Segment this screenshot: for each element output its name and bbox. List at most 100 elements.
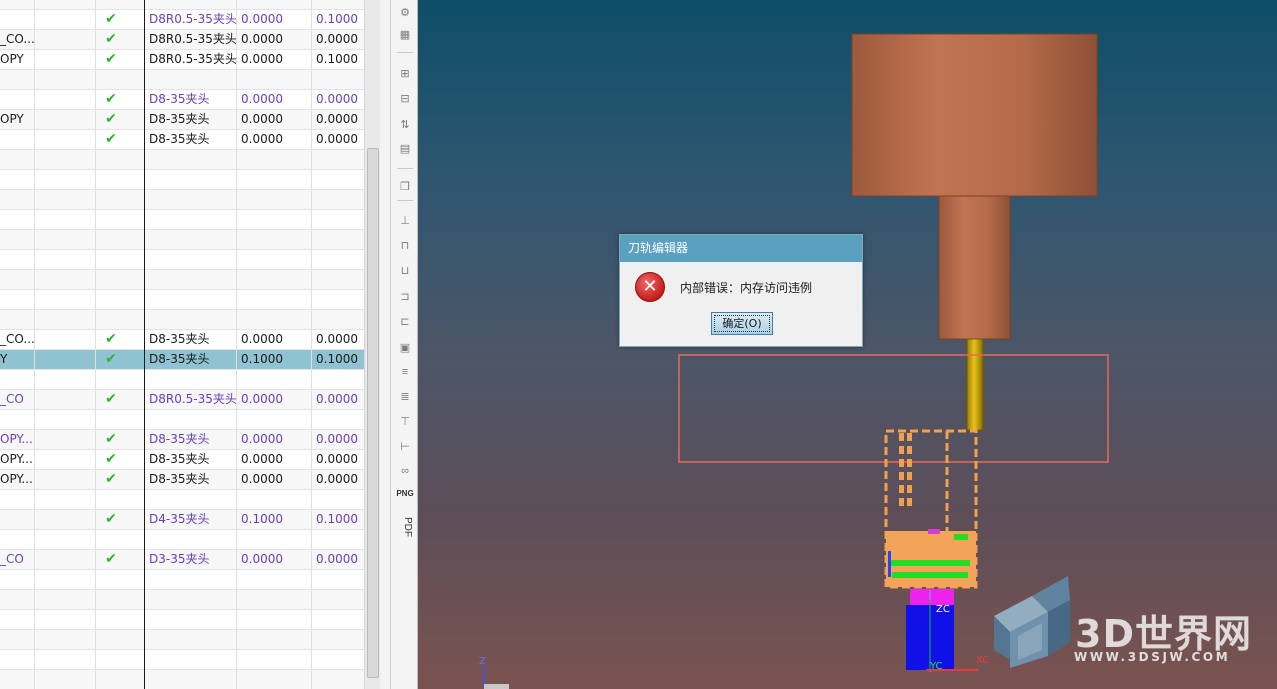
status-check-icon: ✔ bbox=[105, 51, 117, 67]
drill-icon[interactable]: ⊔ bbox=[396, 262, 414, 280]
shaft-icon[interactable]: ⊤ bbox=[396, 413, 414, 431]
table-row[interactable]: OPY... ✔ D8-35夹头 0.0000 0.0000 bbox=[0, 450, 364, 470]
table-scrollbar[interactable] bbox=[364, 0, 380, 689]
operation-name-cell bbox=[0, 530, 34, 550]
fixture-slots bbox=[899, 433, 912, 506]
scrollbar-thumb[interactable] bbox=[367, 148, 379, 678]
copy-icon[interactable]: ❐ bbox=[396, 178, 414, 196]
status-check-icon bbox=[96, 230, 126, 250]
status-check-icon bbox=[96, 150, 126, 170]
tool-name-cell bbox=[149, 310, 237, 330]
table-row[interactable] bbox=[0, 270, 364, 290]
table-row[interactable] bbox=[0, 150, 364, 170]
operation-name-cell bbox=[0, 650, 34, 670]
column-divider bbox=[95, 0, 96, 689]
table-row[interactable] bbox=[0, 310, 364, 330]
table-row[interactable] bbox=[0, 230, 364, 250]
lathe-icon[interactable]: ⊏ bbox=[396, 313, 414, 331]
tool-name-cell bbox=[149, 410, 237, 430]
flip-icon[interactable]: ⇅ bbox=[396, 116, 414, 134]
sheet-icon[interactable]: ▣ bbox=[396, 339, 414, 357]
operation-name-cell: OPY... bbox=[0, 432, 33, 446]
table-row[interactable] bbox=[0, 630, 364, 650]
tool-name-cell: D8-35夹头 bbox=[149, 92, 210, 106]
table-row[interactable]: OPY... ✔ D8-35夹头 0.0000 0.0000 bbox=[0, 430, 364, 450]
tool-name-cell bbox=[149, 570, 237, 590]
table-row[interactable] bbox=[0, 250, 364, 270]
tool-icon[interactable]: ⊥ bbox=[396, 212, 414, 230]
ok-button[interactable]: 确定(O) bbox=[711, 312, 773, 335]
table-row[interactable] bbox=[0, 210, 364, 230]
status-check-icon: ✔ bbox=[105, 91, 117, 107]
magenta-block bbox=[910, 589, 954, 605]
branch-icon[interactable]: ⊞ bbox=[396, 65, 414, 83]
floor-value-cell: 0.1000 bbox=[316, 512, 358, 526]
stock-value-cell bbox=[241, 610, 311, 630]
floor-value-cell bbox=[316, 230, 362, 250]
table-row[interactable]: ✔ D8-35夹头 0.0000 0.0000 bbox=[0, 90, 364, 110]
operation-name-cell bbox=[0, 310, 34, 330]
table-row[interactable]: _CO ✔ D8R0.5-35夹头 0.0000 0.0000 bbox=[0, 390, 364, 410]
probe-icon[interactable]: ⊢ bbox=[396, 438, 414, 456]
table-row[interactable] bbox=[0, 70, 364, 90]
table-row[interactable] bbox=[0, 170, 364, 190]
stock-value-cell bbox=[241, 490, 311, 510]
floor-value-cell: 0.0000 bbox=[316, 392, 358, 406]
table-row[interactable] bbox=[0, 610, 364, 630]
table-row[interactable]: _CO... ✔ D8-35夹头 0.0000 0.0000 bbox=[0, 330, 364, 350]
table-row[interactable]: _CO ✔ D3-35夹头 0.0000 0.0000 bbox=[0, 550, 364, 570]
table-row[interactable] bbox=[0, 530, 364, 550]
holder-icon[interactable]: ⊓ bbox=[396, 237, 414, 255]
table-row-partial[interactable] bbox=[0, 0, 364, 10]
operation-name-cell bbox=[0, 150, 34, 170]
table-row[interactable] bbox=[0, 290, 364, 310]
tool-name-cell: D8-35夹头 bbox=[149, 452, 210, 466]
table-row[interactable]: OPY ✔ D8R0.5-35夹头 0.0000 0.1000 bbox=[0, 50, 364, 70]
mill-icon[interactable]: ⊐ bbox=[396, 288, 414, 306]
export-png-button[interactable]: PNG bbox=[394, 489, 416, 498]
status-check-icon: ✔ bbox=[105, 551, 117, 567]
table-row[interactable]: ✔ D8R0.5-35夹头 0.0000 0.1000 bbox=[0, 10, 364, 30]
operation-name-cell bbox=[0, 170, 34, 190]
stock-value-cell: 0.0000 bbox=[241, 92, 283, 106]
table-row-selected[interactable]: Y ✔ D8-35夹头 0.1000 0.1000 bbox=[0, 350, 364, 370]
table-row[interactable]: OPY ✔ D8-35夹头 0.0000 0.0000 bbox=[0, 110, 364, 130]
operation-name-cell bbox=[0, 250, 34, 270]
table-row[interactable]: ✔ D8-35夹头 0.0000 0.0000 bbox=[0, 130, 364, 150]
table-row[interactable] bbox=[0, 410, 364, 430]
table-row[interactable] bbox=[0, 670, 364, 689]
table-row[interactable] bbox=[0, 490, 364, 510]
stack-icon[interactable]: ▤ bbox=[396, 140, 414, 158]
table-row[interactable] bbox=[0, 190, 364, 210]
table-row[interactable] bbox=[0, 650, 364, 670]
stock-value-cell: 0.0000 bbox=[241, 452, 283, 466]
export-pdf-button[interactable]: PDF bbox=[397, 514, 413, 540]
table-row[interactable]: _CO... ✔ D8R0.5-35夹头 0.0000 0.0000 bbox=[0, 30, 364, 50]
stock-value-cell: 0.1000 bbox=[241, 512, 283, 526]
layer-icon[interactable]: ≡ bbox=[396, 363, 414, 381]
tool-name-cell: D8-35夹头 bbox=[149, 332, 210, 346]
view-icon[interactable]: ⚙ bbox=[396, 4, 414, 22]
status-check-icon: ✔ bbox=[105, 111, 117, 127]
floor-value-cell: 0.0000 bbox=[316, 472, 358, 486]
floor-value-cell: 0.0000 bbox=[316, 432, 358, 446]
floor-value-cell bbox=[316, 650, 362, 670]
tool-name-cell: D8R0.5-35夹头 bbox=[149, 12, 237, 26]
dialog-title[interactable]: 刀轨编辑器 bbox=[620, 235, 862, 262]
pane-splitter[interactable] bbox=[380, 0, 390, 689]
table-row[interactable] bbox=[0, 370, 364, 390]
operation-name-cell: OPY bbox=[0, 52, 24, 66]
tool-name-cell bbox=[149, 530, 237, 550]
stock-value-cell bbox=[241, 230, 311, 250]
branch-alt-icon[interactable]: ⊟ bbox=[396, 90, 414, 108]
stock-value-cell bbox=[241, 370, 311, 390]
table-row[interactable] bbox=[0, 570, 364, 590]
operation-name-cell bbox=[0, 70, 34, 90]
status-check-icon: ✔ bbox=[105, 451, 117, 467]
table-row[interactable] bbox=[0, 590, 364, 610]
glasses-icon[interactable]: ∞ bbox=[396, 462, 414, 480]
table-row[interactable]: ✔ D4-35夹头 0.1000 0.1000 bbox=[0, 510, 364, 530]
tree-icon[interactable]: ▦ bbox=[396, 26, 414, 44]
table-row[interactable]: OPY... ✔ D8-35夹头 0.0000 0.0000 bbox=[0, 470, 364, 490]
layer-alt-icon[interactable]: ≣ bbox=[396, 388, 414, 406]
